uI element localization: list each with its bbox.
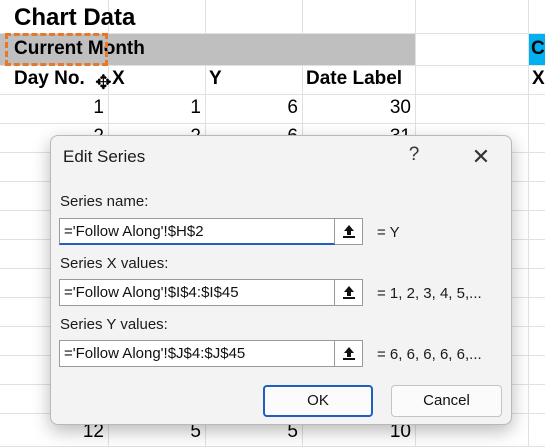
- series-x-label: Series X values:: [60, 255, 169, 272]
- move-cursor-icon: ✥: [95, 72, 112, 94]
- collapse-arrow-icon: [343, 286, 355, 299]
- selected-cell-marquee: [5, 33, 108, 66]
- series-name-input[interactable]: ='Follow Along'!$H$2: [59, 218, 335, 245]
- series-y-preview: = 6, 6, 6, 6, 6,...: [377, 346, 482, 363]
- collapse-arrow-icon: [343, 347, 355, 360]
- sheet-title: Chart Data: [14, 4, 136, 31]
- series-name-preview: = Y: [377, 224, 400, 241]
- header-x-right[interactable]: X: [532, 68, 545, 90]
- header-x[interactable]: X: [112, 68, 125, 90]
- close-button[interactable]: ✕: [467, 144, 495, 172]
- series-y-input[interactable]: ='Follow Along'!$J$4:$J$45: [59, 340, 335, 367]
- section-title-right[interactable]: C: [531, 38, 545, 60]
- series-x-input[interactable]: ='Follow Along'!$I$4:$I$45: [59, 279, 335, 306]
- help-button[interactable]: ?: [401, 144, 427, 170]
- cancel-button[interactable]: Cancel: [391, 385, 502, 417]
- ok-button[interactable]: OK: [263, 385, 373, 417]
- series-name-label: Series name:: [60, 193, 149, 210]
- series-y-collapse-button[interactable]: [335, 340, 363, 367]
- cell-y[interactable]: 6: [205, 97, 298, 119]
- header-y[interactable]: Y: [209, 68, 222, 90]
- collapse-arrow-icon: [343, 225, 355, 238]
- series-y-label: Series Y values:: [60, 316, 168, 333]
- edit-series-dialog: Edit Series ? ✕ Series name: ='Follow Al…: [50, 135, 512, 425]
- series-x-collapse-button[interactable]: [335, 279, 363, 306]
- cell-day[interactable]: 1: [0, 97, 104, 119]
- series-x-preview: = 1, 2, 3, 4, 5,...: [377, 285, 482, 302]
- cell-x[interactable]: 1: [108, 97, 201, 119]
- dialog-title: Edit Series: [63, 147, 146, 166]
- header-date-label[interactable]: Date Label: [306, 68, 402, 90]
- series-name-collapse-button[interactable]: [335, 218, 363, 245]
- cell-date[interactable]: 30: [302, 97, 411, 119]
- header-day-no[interactable]: Day No.: [14, 68, 85, 90]
